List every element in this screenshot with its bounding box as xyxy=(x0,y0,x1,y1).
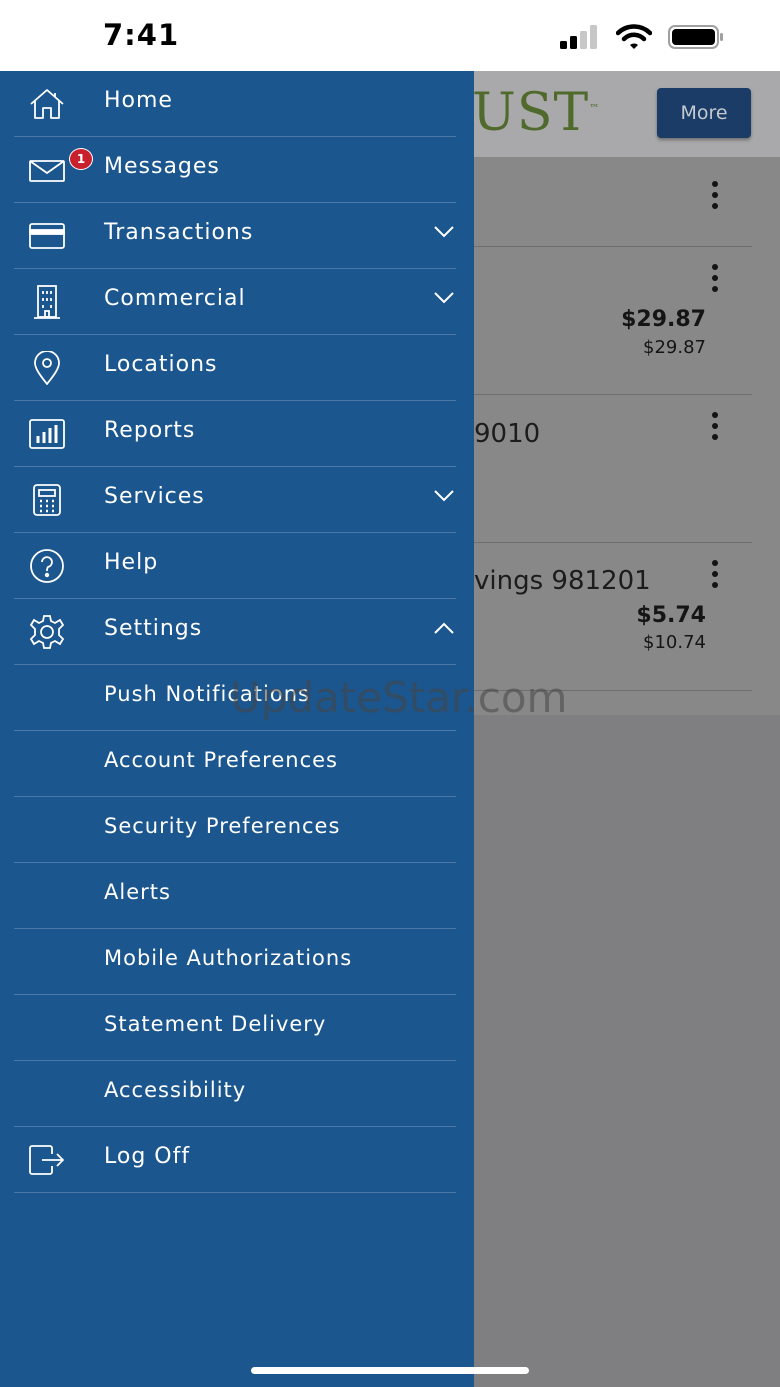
cellular-signal-icon xyxy=(560,25,597,49)
status-time: 7:41 xyxy=(103,18,180,52)
menu-item-log-off[interactable]: Log Off xyxy=(14,1127,456,1193)
submenu-label: Account Preferences xyxy=(104,748,338,772)
menu-label-locations: Locations xyxy=(104,352,218,377)
account-balance: $5.74 xyxy=(636,603,706,628)
menu-label-messages: Messages xyxy=(104,154,220,179)
chevron-up-icon[interactable] xyxy=(434,622,454,634)
submenu-label: Statement Delivery xyxy=(104,1012,327,1036)
submenu-label: Accessibility xyxy=(104,1078,247,1102)
chevron-down-icon[interactable] xyxy=(434,292,454,304)
kebab-menu-icon[interactable] xyxy=(712,264,718,297)
menu-item-reports[interactable]: Reports xyxy=(14,401,456,467)
submenu-item-statement-delivery[interactable]: Statement Delivery xyxy=(14,995,456,1061)
account-name: vings 981201 xyxy=(474,566,651,596)
bar-chart-icon xyxy=(28,417,66,451)
submenu-item-security-preferences[interactable]: Security Preferences xyxy=(14,797,456,863)
status-bar: 7:41 xyxy=(0,0,780,71)
menu-item-commercial[interactable]: Commercial xyxy=(14,269,456,335)
navigation-drawer: Home 1 Messages Transactions Commercial xyxy=(0,71,474,1387)
logout-icon xyxy=(28,1143,66,1177)
battery-icon xyxy=(668,25,723,49)
calculator-icon xyxy=(28,483,66,517)
submenu-item-mobile-authorizations[interactable]: Mobile Authorizations xyxy=(14,929,456,995)
menu-item-messages[interactable]: 1 Messages xyxy=(14,137,456,203)
submenu-item-accessibility[interactable]: Accessibility xyxy=(14,1061,456,1127)
kebab-menu-icon[interactable] xyxy=(712,560,718,593)
menu-label-log-off: Log Off xyxy=(104,1144,191,1169)
background-app: UST™ More $29.87 $29.87 9010 vings 98120… xyxy=(472,71,780,1387)
kebab-menu-icon[interactable] xyxy=(712,181,718,214)
account-available: $29.87 xyxy=(643,337,706,358)
account-row[interactable]: vings 981201 $5.74 $10.74 xyxy=(474,543,752,691)
menu-item-services[interactable]: Services xyxy=(14,467,456,533)
account-list: $29.87 $29.87 9010 vings 981201 $5.74 $1… xyxy=(474,157,780,715)
chevron-down-icon[interactable] xyxy=(434,226,454,238)
map-pin-icon xyxy=(28,351,66,385)
card-icon xyxy=(28,219,66,253)
building-icon xyxy=(28,285,66,319)
status-icons xyxy=(560,24,724,50)
menu-label-transactions: Transactions xyxy=(104,220,254,245)
home-icon xyxy=(28,87,66,121)
menu-item-locations[interactable]: Locations xyxy=(14,335,456,401)
account-name: 9010 xyxy=(474,419,541,449)
submenu-item-alerts[interactable]: Alerts xyxy=(14,863,456,929)
menu-item-help[interactable]: Help xyxy=(14,533,456,599)
watermark: UpdateStar.com xyxy=(230,673,568,722)
menu-label-reports: Reports xyxy=(104,418,196,443)
menu-label-commercial: Commercial xyxy=(104,286,246,311)
home-indicator[interactable] xyxy=(251,1367,529,1374)
account-row[interactable]: $29.87 $29.87 xyxy=(474,247,752,395)
submenu-label: Mobile Authorizations xyxy=(104,946,353,970)
menu-label-home: Home xyxy=(104,88,173,113)
account-row[interactable] xyxy=(474,157,752,247)
account-balance: $29.87 xyxy=(621,307,706,332)
menu-item-home[interactable]: Home xyxy=(14,71,456,137)
envelope-icon: 1 xyxy=(28,148,93,187)
bank-logo: UST™ xyxy=(472,83,601,143)
wifi-icon xyxy=(616,24,652,49)
unread-badge: 1 xyxy=(69,148,93,170)
question-icon xyxy=(28,549,66,583)
menu-item-settings[interactable]: Settings xyxy=(14,599,456,665)
account-row[interactable]: 9010 xyxy=(474,395,752,543)
account-available: $10.74 xyxy=(643,632,706,653)
submenu-label: Alerts xyxy=(104,880,171,904)
more-button[interactable]: More xyxy=(657,88,751,138)
gear-icon xyxy=(28,615,66,649)
menu-label-services: Services xyxy=(104,484,205,509)
menu-item-transactions[interactable]: Transactions xyxy=(14,203,456,269)
menu-label-help: Help xyxy=(104,550,159,575)
submenu-label: Security Preferences xyxy=(104,814,341,838)
kebab-menu-icon[interactable] xyxy=(712,412,718,445)
submenu-item-account-preferences[interactable]: Account Preferences xyxy=(14,731,456,797)
chevron-down-icon[interactable] xyxy=(434,490,454,502)
bg-header: UST™ More xyxy=(472,71,780,157)
menu-label-settings: Settings xyxy=(104,616,203,641)
